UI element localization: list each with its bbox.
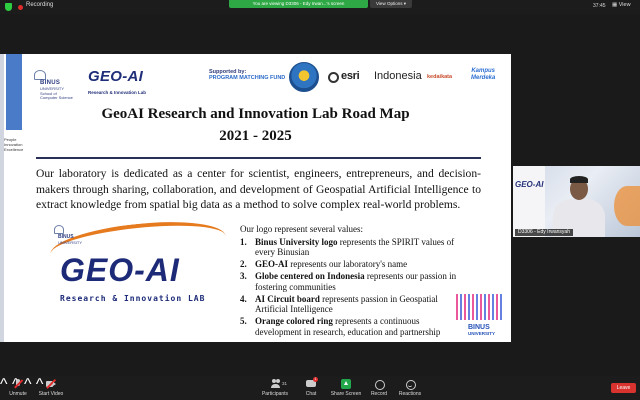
chat-badge: 1: [313, 377, 318, 382]
smiley-icon: [405, 379, 416, 390]
slide-side-strip: [0, 54, 4, 342]
meeting-timer: 37:45: [593, 3, 606, 9]
kampus-merdeka-logo: Kampus Merdeka: [471, 68, 496, 81]
esri-globe-icon: [328, 72, 339, 83]
screen-share-banner: You are viewing D3306 - Edy Irwan...'s s…: [229, 0, 368, 8]
list-item: 3. Globe centered on Indonesia represents…: [240, 271, 457, 292]
speaker-name-label: D3306 - Edy Irwansyah: [515, 229, 573, 236]
leave-button[interactable]: Leave: [611, 383, 636, 393]
share-screen-icon: [341, 379, 351, 389]
list-item: 1. Binus University logo represents the S…: [240, 236, 455, 258]
binus-logo: BINUS UNIVERSITY School of Computer Scie…: [28, 68, 83, 104]
binus-corner-logo: BINUS UNIVERSITY: [454, 294, 504, 338]
speaker-video-tile[interactable]: GEO-AI D3306 - Edy Irwansyah: [513, 166, 640, 237]
binus-mark-icon: [34, 70, 46, 80]
supported-by-text: Supported by: PROGRAM MATCHING FUND: [209, 69, 286, 81]
shared-slide: People Innovation Excellence BINUS UNIVE…: [0, 54, 511, 342]
values-heading: Our logo represent several values:: [240, 224, 363, 234]
start-video-button[interactable]: Start Video: [36, 378, 66, 397]
chat-bubble-icon: 1: [306, 377, 318, 389]
kemendikbud-logo-icon: [289, 62, 319, 92]
record-button[interactable]: Record: [370, 379, 388, 397]
geoai-logo-large: BINUS UNIVERSITY GEO-AI Research & Innov…: [48, 214, 228, 312]
meeting-toolbar: Unmute ^ Start Video ^ 31 Participants ^…: [0, 376, 640, 400]
record-icon: [374, 379, 385, 390]
slide-years: 2021 - 2025: [219, 128, 292, 144]
video-off-icon: [46, 378, 56, 389]
logo-values-list: Our logo represent several values: 1. Bin…: [240, 224, 460, 339]
binus-mark-icon: [54, 225, 64, 234]
participants-icon: 31: [270, 379, 287, 389]
kedaikata-logo: kedaikata: [427, 74, 453, 80]
recording-label: Recording: [26, 2, 54, 8]
security-shield-icon[interactable]: [5, 3, 12, 11]
participants-button[interactable]: 31 Participants: [260, 379, 290, 397]
unmute-button[interactable]: Unmute: [6, 379, 30, 397]
slide-title: GeoAI Research and Innovation Lab Road M…: [101, 106, 410, 122]
esri-indonesia-label: Indonesia: [374, 70, 422, 82]
chat-button[interactable]: 1 Chat: [303, 377, 319, 397]
recording-dot-icon: [18, 5, 23, 10]
geoai-logo-header: GEO-AI Research & Innovation Lab: [88, 68, 147, 95]
muted-microphone-icon: [13, 379, 23, 389]
esri-logo: esri: [341, 70, 360, 82]
binus-bars-icon: [456, 294, 502, 320]
view-options-button[interactable]: View Options ▾: [370, 0, 412, 8]
view-button[interactable]: ▦ View: [612, 2, 631, 8]
list-item: 2. GEO-AI represents our laboratory's nam…: [240, 259, 408, 269]
list-item: 4. AI Circuit board represents passion in…: [240, 293, 438, 315]
meeting-top-bar: Recording You are viewing D3306 - Edy Ir…: [0, 0, 640, 14]
title-divider: [36, 157, 481, 159]
share-screen-button[interactable]: Share Screen: [330, 379, 362, 397]
background-geoai-logo: GEO-AI: [515, 180, 544, 189]
intro-paragraph: Our laboratory is dedicated as a center …: [36, 167, 481, 211]
reactions-button[interactable]: Reactions: [398, 379, 422, 397]
list-item: 5. Orange colored ring represents a conti…: [240, 316, 441, 337]
